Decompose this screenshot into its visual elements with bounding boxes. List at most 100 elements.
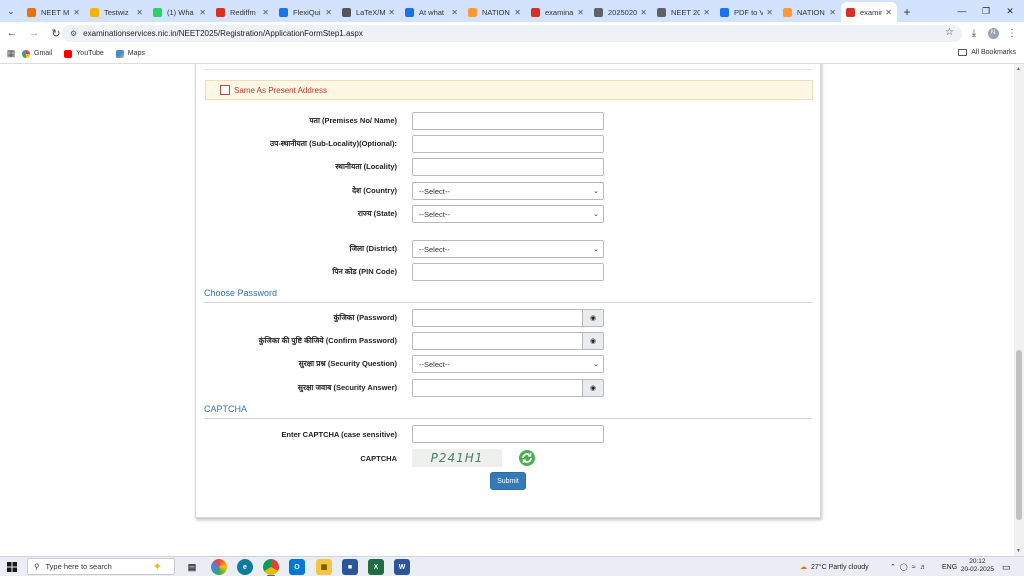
site-info-icon[interactable]: ⚙ bbox=[70, 29, 77, 38]
divider bbox=[204, 69, 812, 70]
captcha-input[interactable] bbox=[412, 425, 604, 443]
tab-item[interactable]: 2025020 ✕ bbox=[589, 2, 652, 22]
tab-item[interactable]: PDF to V ✕ bbox=[715, 2, 778, 22]
same-as-present-address[interactable]: Same As Present Address bbox=[205, 80, 813, 100]
tab-search-icon[interactable]: ⌄ bbox=[0, 0, 22, 22]
locality-input[interactable] bbox=[412, 158, 604, 176]
back-button[interactable]: ← bbox=[2, 23, 22, 43]
apps-grid-icon[interactable]: ▦ bbox=[0, 48, 22, 59]
download-icon[interactable]: ⤓ bbox=[965, 24, 983, 42]
tab-favicon-icon bbox=[27, 7, 36, 17]
show-password-button[interactable]: ◉ bbox=[583, 309, 604, 327]
refresh-captcha-icon[interactable] bbox=[518, 449, 536, 467]
close-tab-icon[interactable]: ✕ bbox=[262, 8, 269, 17]
address-bar[interactable]: ⚙ examinationservices.nic.in/NEET2025/Re… bbox=[62, 25, 962, 42]
profile-avatar[interactable]: N bbox=[984, 24, 1002, 42]
clock-date: 20-02-2025 bbox=[960, 566, 994, 573]
security-answer-input[interactable] bbox=[412, 379, 583, 397]
taskbar-clock[interactable]: 20:12 20-02-2025 bbox=[961, 558, 994, 574]
tab-item[interactable]: NEET 20 ✕ bbox=[652, 2, 715, 22]
photos-icon[interactable] bbox=[211, 559, 227, 575]
bookmark-youtube[interactable]: YouTube bbox=[64, 49, 104, 58]
submit-button[interactable]: Submit bbox=[490, 472, 526, 490]
tab-item[interactable]: NATION ✕ bbox=[463, 2, 526, 22]
tab-label: FlexiQui bbox=[293, 7, 321, 17]
file-explorer-icon[interactable]: ▦ bbox=[316, 559, 332, 575]
close-window-icon[interactable]: ✕ bbox=[994, 0, 1024, 22]
district-select[interactable]: --Select-- ⌄ bbox=[412, 240, 604, 258]
close-tab-icon[interactable]: ✕ bbox=[514, 8, 521, 17]
tab-item[interactable]: examina ✕ bbox=[526, 2, 589, 22]
tab-item[interactable]: (1) Wha ✕ bbox=[148, 2, 211, 22]
windows-start-icon[interactable] bbox=[0, 557, 24, 576]
tab-label: At what bbox=[419, 7, 445, 17]
notifications-icon[interactable]: ▭ bbox=[1002, 557, 1011, 576]
tab-item[interactable]: Testwiz ✕ bbox=[85, 2, 148, 22]
word-icon[interactable]: W bbox=[394, 559, 410, 575]
scroll-down-icon[interactable]: ▼ bbox=[1016, 548, 1021, 554]
sub-locality-input[interactable] bbox=[412, 135, 604, 153]
close-tab-icon[interactable]: ✕ bbox=[577, 8, 584, 17]
close-tab-icon[interactable]: ✕ bbox=[325, 8, 332, 17]
tab-favicon-icon bbox=[468, 7, 477, 17]
tab-item[interactable]: NEET M ✕ bbox=[22, 2, 85, 22]
password-input[interactable] bbox=[412, 309, 583, 327]
bookmark-star-icon[interactable]: ☆ bbox=[945, 27, 954, 38]
chevron-up-icon: ⌃ bbox=[890, 564, 900, 571]
all-bookmarks-button[interactable]: All Bookmarks bbox=[958, 49, 1016, 56]
language-indicator[interactable]: ENG bbox=[942, 557, 957, 576]
premises-input[interactable] bbox=[412, 112, 604, 130]
outlook-icon[interactable]: O bbox=[289, 559, 305, 575]
scroll-thumb[interactable] bbox=[1016, 350, 1022, 520]
tab-favicon-icon bbox=[153, 7, 162, 17]
security-question-select[interactable]: --Select-- ⌄ bbox=[412, 355, 604, 373]
tab-active[interactable]: examina ✕ bbox=[841, 2, 897, 22]
pin-code-input[interactable] bbox=[412, 263, 604, 281]
show-security-answer-button[interactable]: ◉ bbox=[583, 379, 604, 397]
weather-widget[interactable]: ☁ 27°C Partly cloudy bbox=[800, 557, 869, 576]
edge-icon[interactable]: e bbox=[237, 559, 253, 575]
task-view-icon[interactable]: ▤ bbox=[184, 559, 200, 575]
close-tab-icon[interactable]: ✕ bbox=[885, 8, 892, 17]
close-tab-icon[interactable]: ✕ bbox=[199, 8, 206, 17]
tab-item[interactable]: At what ✕ bbox=[400, 2, 463, 22]
country-select[interactable]: --Select-- ⌄ bbox=[412, 182, 604, 200]
tab-item[interactable]: Rediffm ✕ bbox=[211, 2, 274, 22]
close-tab-icon[interactable]: ✕ bbox=[703, 8, 710, 17]
close-tab-icon[interactable]: ✕ bbox=[451, 8, 458, 17]
premises-row: पता (Premises No/ Name) bbox=[196, 111, 822, 131]
tab-favicon-icon bbox=[657, 7, 666, 17]
section-title: Choose Password bbox=[204, 288, 278, 298]
show-confirm-password-button[interactable]: ◉ bbox=[583, 332, 604, 350]
tab-item[interactable]: LaTeX/M ✕ bbox=[337, 2, 400, 22]
wifi-icon: ≈ bbox=[911, 563, 920, 571]
close-tab-icon[interactable]: ✕ bbox=[640, 8, 647, 17]
menu-kebab-icon[interactable]: ⋮ bbox=[1003, 24, 1021, 42]
close-tab-icon[interactable]: ✕ bbox=[388, 8, 395, 17]
scroll-up-icon[interactable]: ▲ bbox=[1016, 66, 1021, 72]
chrome-icon[interactable] bbox=[263, 559, 279, 576]
tab-item[interactable]: FlexiQui ✕ bbox=[274, 2, 337, 22]
close-tab-icon[interactable]: ✕ bbox=[766, 8, 773, 17]
choose-password-heading: Choose Password bbox=[204, 288, 812, 303]
bookmark-maps[interactable]: Maps bbox=[115, 49, 145, 58]
close-tab-icon[interactable]: ✕ bbox=[829, 8, 836, 17]
tab-favicon-icon bbox=[405, 7, 414, 17]
captcha-row: CAPTCHA P241H1 bbox=[196, 448, 822, 468]
store-icon[interactable]: ■ bbox=[342, 559, 358, 575]
state-select[interactable]: --Select-- ⌄ bbox=[412, 205, 604, 223]
security-question-label: सुरक्षा प्रश्न (Security Question) bbox=[298, 359, 397, 368]
same-as-present-checkbox[interactable] bbox=[220, 85, 230, 95]
tab-item[interactable]: NATION ✕ bbox=[778, 2, 841, 22]
new-tab-button[interactable]: + bbox=[897, 2, 917, 22]
same-as-present-label: Same As Present Address bbox=[234, 85, 327, 95]
forward-button[interactable]: → bbox=[24, 23, 44, 43]
taskbar-search[interactable]: ⚲ Type here to search ✦ bbox=[27, 558, 175, 575]
confirm-password-input[interactable] bbox=[412, 332, 583, 350]
excel-icon[interactable]: X bbox=[368, 559, 384, 575]
close-tab-icon[interactable]: ✕ bbox=[73, 8, 80, 17]
bookmark-gmail[interactable]: Gmail bbox=[22, 49, 52, 58]
page-scrollbar[interactable]: ▲ ▼ bbox=[1014, 64, 1024, 556]
system-tray-icons[interactable]: ⌃ ◯ ≈ ♬ bbox=[890, 557, 931, 576]
close-tab-icon[interactable]: ✕ bbox=[136, 8, 143, 17]
